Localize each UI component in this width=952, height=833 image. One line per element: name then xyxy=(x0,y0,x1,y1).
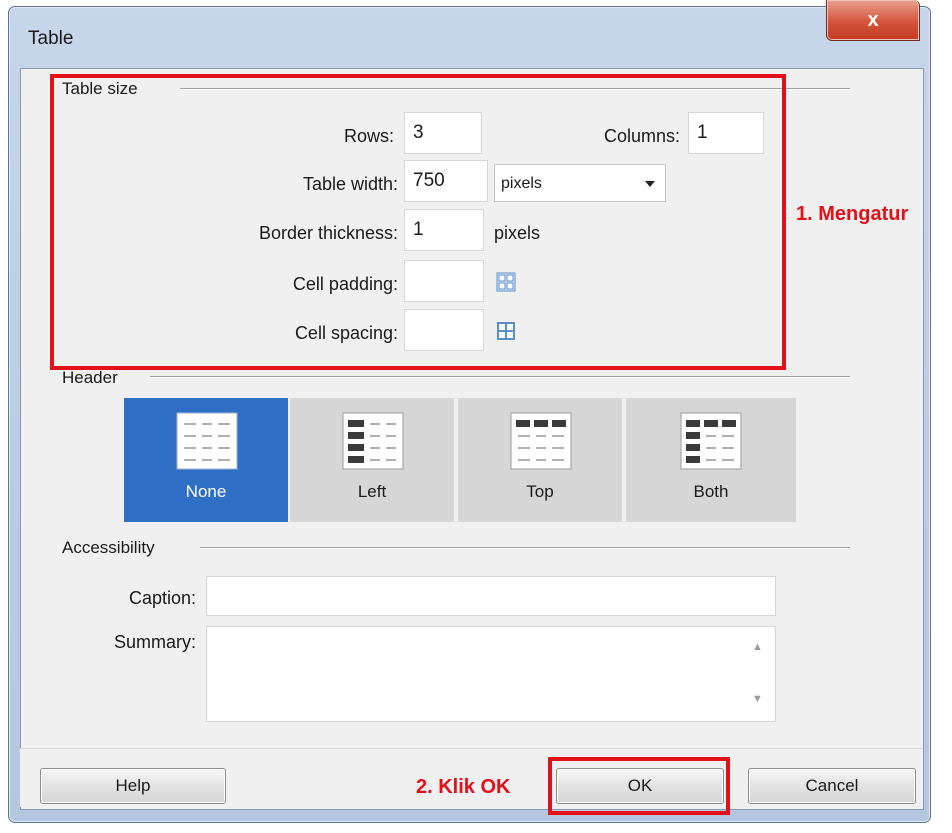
table-no-header-icon xyxy=(176,412,238,470)
header-option-left-label: Left xyxy=(357,482,387,501)
summary-label: Summary: xyxy=(113,632,196,652)
header-option-both-label: Both xyxy=(693,482,729,501)
close-button[interactable]: x xyxy=(826,0,920,41)
header-option-none[interactable]: None xyxy=(124,398,288,522)
dialog-title: Table xyxy=(28,28,74,49)
table-left-header-icon xyxy=(342,412,404,470)
annotation-step-1: 1. Mengatur xyxy=(796,203,909,225)
header-section-label: Header xyxy=(62,368,122,388)
annotation-box-table-size xyxy=(50,74,786,370)
scroll-down-icon[interactable]: ▼ xyxy=(752,693,763,705)
header-option-left[interactable]: Left xyxy=(290,398,454,522)
accessibility-section-label: Accessibility xyxy=(62,538,159,558)
cancel-button[interactable]: Cancel xyxy=(748,768,916,804)
caption-label: Caption: xyxy=(128,588,196,608)
header-option-top[interactable]: Top xyxy=(458,398,622,522)
accessibility-divider xyxy=(200,547,850,549)
annotation-box-ok xyxy=(548,757,730,815)
annotation-step-2: 2. Klik OK xyxy=(416,776,511,798)
table-both-headers-icon xyxy=(680,412,742,470)
header-divider xyxy=(150,376,850,378)
header-option-none-label: None xyxy=(185,482,227,501)
header-option-both[interactable]: Both xyxy=(626,398,796,522)
scroll-up-icon[interactable]: ▲ xyxy=(752,641,763,653)
help-button[interactable]: Help xyxy=(40,768,226,804)
caption-input[interactable] xyxy=(206,576,776,616)
header-option-top-label: Top xyxy=(526,482,554,501)
table-top-header-icon xyxy=(510,412,572,470)
summary-scrollbar[interactable]: ▲ ▼ xyxy=(739,627,775,721)
summary-textarea[interactable]: ▲ ▼ xyxy=(206,626,776,722)
close-icon: x xyxy=(867,8,879,31)
